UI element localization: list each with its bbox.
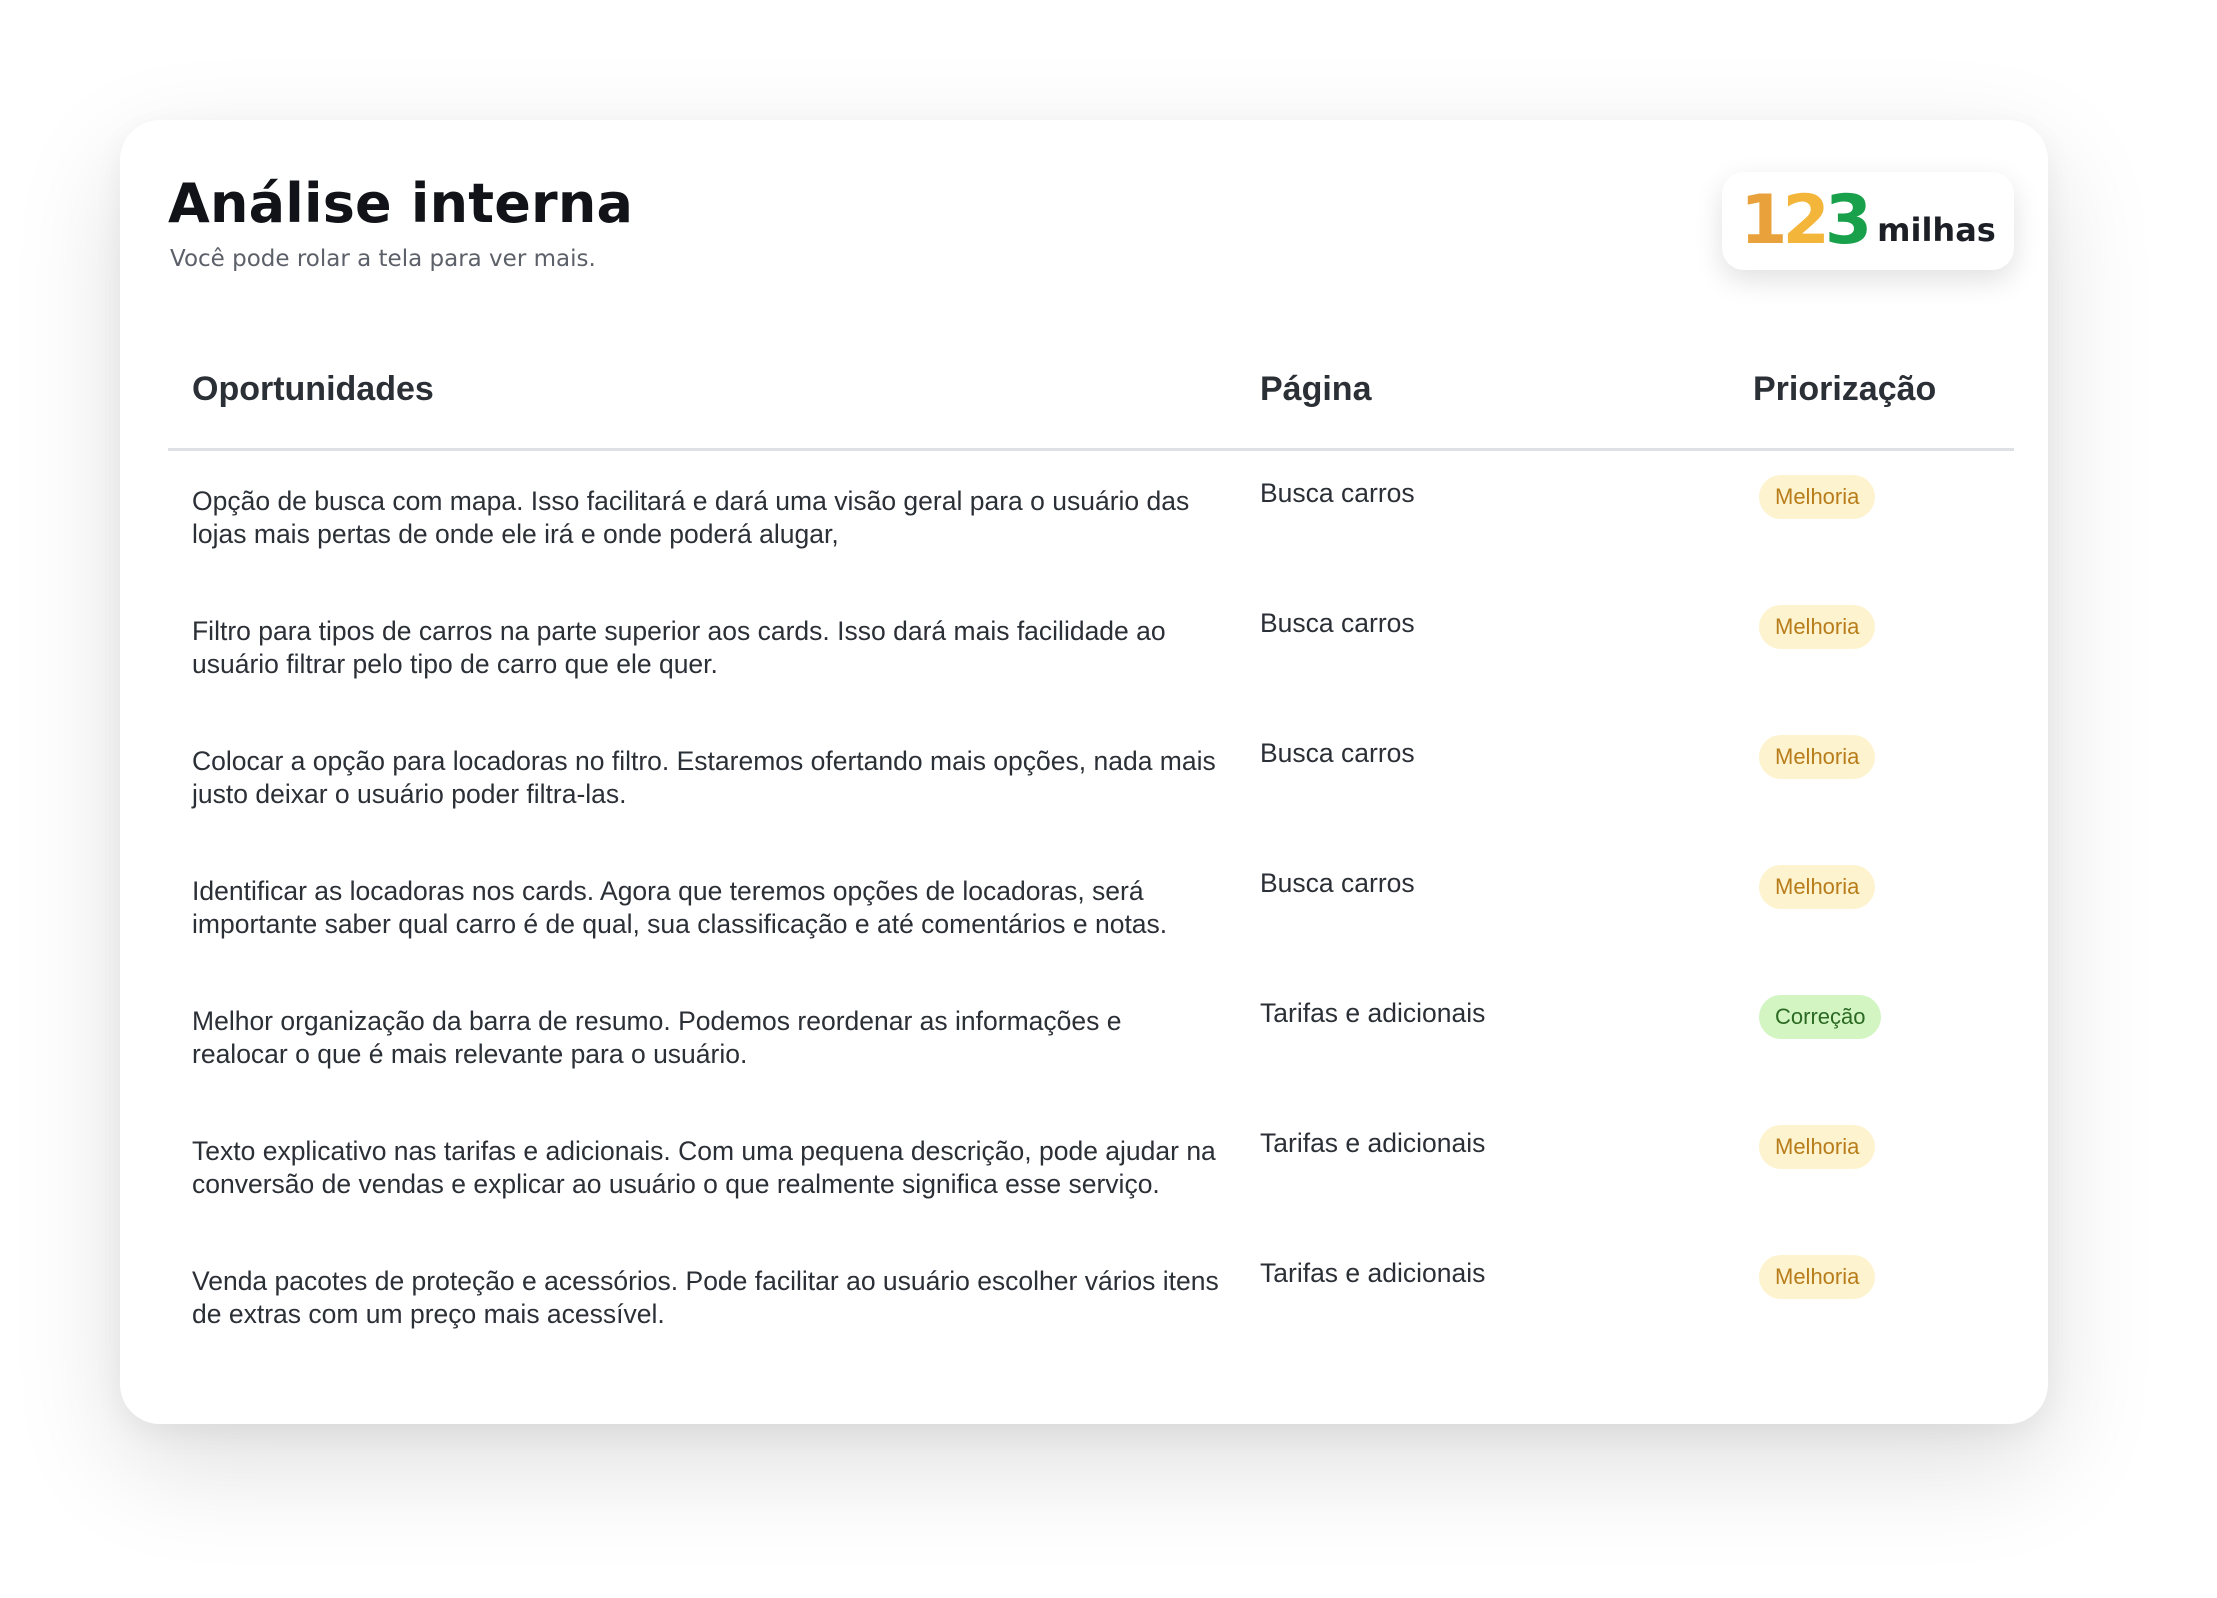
table-row: Venda pacotes de proteção e acessórios. … — [168, 1231, 2014, 1361]
table-row: Opção de busca com mapa. Isso facilitará… — [168, 451, 2014, 581]
column-header-pagina: Página — [1260, 370, 1372, 408]
analysis-card: Análise interna Você pode rolar a tela p… — [120, 120, 2048, 1424]
table-header: Oportunidades Página Priorização — [168, 356, 2014, 451]
logo-digit-2: 2 — [1782, 181, 1829, 260]
logo-digit-3: 3 — [1824, 181, 1872, 260]
cell-pagina: Tarifas e adicionais — [1260, 998, 1486, 1028]
cell-oportunidade: Identificar as locadoras nos cards. Agor… — [192, 876, 1168, 939]
priority-badge: Melhoria — [1759, 1125, 1876, 1169]
cell-pagina: Tarifas e adicionais — [1260, 1128, 1486, 1158]
priority-badge: Melhoria — [1759, 475, 1876, 519]
table-row: Texto explicativo nas tarifas e adiciona… — [168, 1101, 2014, 1231]
priority-badge: Correção — [1759, 995, 1882, 1039]
logo-digits: 123 — [1740, 187, 1872, 255]
brand-logo: 123 milhas — [1722, 172, 2014, 270]
opportunities-table: Oportunidades Página Priorização Opção d… — [168, 356, 2014, 1361]
logo-digit-1: 1 — [1740, 181, 1787, 260]
priority-badge: Melhoria — [1759, 605, 1876, 649]
cell-oportunidade: Texto explicativo nas tarifas e adiciona… — [192, 1136, 1216, 1199]
table-row: Identificar as locadoras nos cards. Agor… — [168, 841, 2014, 971]
priority-badge: Melhoria — [1759, 865, 1876, 909]
priority-badge: Melhoria — [1759, 1255, 1876, 1299]
table-row: Filtro para tipos de carros na parte sup… — [168, 581, 2014, 711]
table-body: Opção de busca com mapa. Isso facilitará… — [168, 451, 2014, 1361]
cell-pagina: Tarifas e adicionais — [1260, 1258, 1486, 1288]
column-header-oportunidades: Oportunidades — [192, 370, 434, 408]
page-title: Análise interna — [168, 172, 634, 235]
cell-oportunidade: Colocar a opção para locadoras no filtro… — [192, 746, 1216, 809]
cell-pagina: Busca carros — [1260, 608, 1415, 638]
table-row: Colocar a opção para locadoras no filtro… — [168, 711, 2014, 841]
cell-oportunidade: Filtro para tipos de carros na parte sup… — [192, 616, 1166, 679]
cell-oportunidade: Melhor organização da barra de resumo. P… — [192, 1006, 1122, 1069]
cell-oportunidade: Venda pacotes de proteção e acessórios. … — [192, 1266, 1219, 1329]
table-row: Melhor organização da barra de resumo. P… — [168, 971, 2014, 1101]
cell-pagina: Busca carros — [1260, 868, 1415, 898]
cell-oportunidade: Opção de busca com mapa. Isso facilitará… — [192, 486, 1190, 549]
priority-badge: Melhoria — [1759, 735, 1876, 779]
page-subtitle: Você pode rolar a tela para ver mais. — [170, 246, 596, 272]
logo-word: milhas — [1877, 211, 1996, 249]
cell-pagina: Busca carros — [1260, 738, 1415, 768]
cell-pagina: Busca carros — [1260, 478, 1415, 508]
column-header-priorizacao: Priorização — [1753, 370, 1937, 408]
